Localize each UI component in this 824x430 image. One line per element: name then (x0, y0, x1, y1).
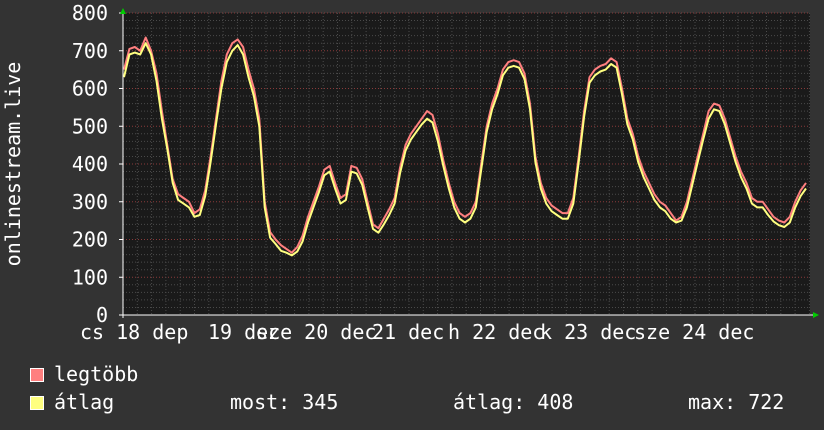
y-tick-label: 500 (72, 114, 108, 138)
chart-area: 0100200300400500600700800 cs 18 dep 19 de… (1, 1, 819, 344)
x-tick-label: sze 20 dec (256, 320, 376, 344)
y-tick-label: 800 (72, 1, 108, 25)
legend-swatch-avg (30, 396, 44, 410)
legend-item-avg: átlag (30, 390, 114, 414)
x-axis-arrow-icon (813, 312, 819, 318)
y-axis-arrow-icon (120, 8, 126, 14)
x-tick-label: h 22 dec (448, 320, 544, 344)
stat-most: most: 345 (230, 390, 339, 414)
y-axis-label: onlinestream.live (1, 62, 25, 267)
y-tick-label: 200 (72, 228, 108, 252)
legend-label-max: legtöbb (54, 362, 139, 386)
x-tick-label: 21 dec (372, 320, 444, 344)
stat-max: max: 722 (688, 390, 785, 414)
stat-atlag: átlag: 408 (453, 390, 574, 414)
x-tick-label: cs 18 dep (80, 320, 188, 344)
x-tick-label: sze 24 dec (634, 320, 754, 344)
y-tick-labels: 0100200300400500600700800 (72, 1, 108, 327)
y-tick-label: 100 (72, 265, 108, 289)
y-tick-label: 600 (72, 77, 108, 101)
legend-item-max: legtöbb (30, 362, 138, 386)
y-tick-label: 400 (72, 152, 108, 176)
x-tick-label: k 23 dec (540, 320, 636, 344)
y-tick-label: 300 (72, 190, 108, 214)
legend-label-avg: átlag (54, 390, 115, 414)
legend-swatch-max (30, 368, 44, 382)
y-tick-label: 700 (72, 39, 108, 63)
x-tick-labels: cs 18 dep 19 decsze 20 dec21 dec h 22 deck… (80, 320, 754, 344)
